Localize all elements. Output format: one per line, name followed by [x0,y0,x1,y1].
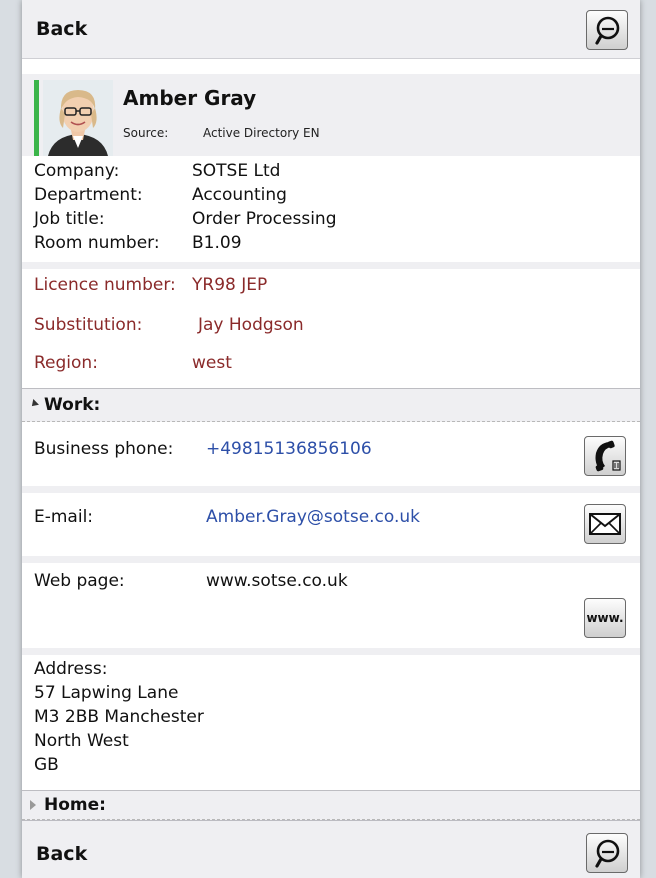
address-line: M3 2BB Manchester [34,707,204,727]
address-label: Address: [34,659,108,679]
call-button[interactable] [584,436,626,476]
company-value: SOTSE Ltd [192,161,281,181]
top-toolbar: Back [22,0,640,59]
back-button[interactable]: Back [36,843,87,865]
bottom-toolbar: Back [22,820,640,878]
back-button[interactable]: Back [36,18,87,40]
address-line: GB [34,755,59,775]
expanded-triangle-icon [29,399,39,409]
contact-name: Amber Gray [123,86,257,110]
job-title-label: Job title: [34,209,105,229]
room-number-value: B1.09 [192,233,242,253]
person-photo-icon [43,80,113,156]
substitution-value: Jay Hodgson [198,315,304,335]
company-label: Company: [34,161,120,181]
avatar [43,80,113,156]
www-icon: www. [586,611,624,625]
envelope-icon [589,513,621,535]
room-number-label: Room number: [34,233,160,253]
contact-detail-window: Back Amber Gray Source: Active Directory… [22,0,640,878]
home-section-title: Home: [44,795,106,815]
substitution-label: Substitution: [34,315,143,335]
region-value: west [192,353,232,373]
department-value: Accounting [192,185,287,205]
search-button[interactable] [586,833,628,873]
send-email-button[interactable] [584,504,626,544]
region-label: Region: [34,353,98,373]
phone-icon [595,440,621,472]
search-button[interactable] [586,10,628,50]
search-icon [595,839,620,868]
licence-number-value: YR98 JEP [192,275,268,295]
home-section-header[interactable]: Home: [22,790,640,820]
email-value[interactable]: Amber.Gray@sotse.co.uk [206,508,420,527]
source-label: Source: [123,126,169,140]
work-section-header[interactable]: Work: [22,388,640,422]
separator [22,486,640,493]
contact-header: Amber Gray Source: Active Directory EN [22,74,640,156]
address-line: North West [34,731,129,751]
address-line: 57 Lapwing Lane [34,683,179,703]
work-section-title: Work: [44,395,101,415]
search-icon [595,16,620,45]
licence-number-label: Licence number: [34,275,176,295]
separator [22,556,640,563]
business-phone-value[interactable]: +49815136856106 [206,440,372,459]
collapsed-triangle-icon [30,800,36,810]
department-label: Department: [34,185,143,205]
email-label: E-mail: [34,507,94,527]
separator [22,648,640,655]
open-web-button[interactable]: www. [584,598,626,638]
job-title-value: Order Processing [192,209,337,229]
web-page-value[interactable]: www.sotse.co.uk [206,572,348,591]
status-accent-bar [34,80,39,156]
separator [22,262,640,269]
business-phone-label: Business phone: [34,439,174,459]
source-value: Active Directory EN [203,126,320,140]
web-page-label: Web page: [34,571,125,591]
